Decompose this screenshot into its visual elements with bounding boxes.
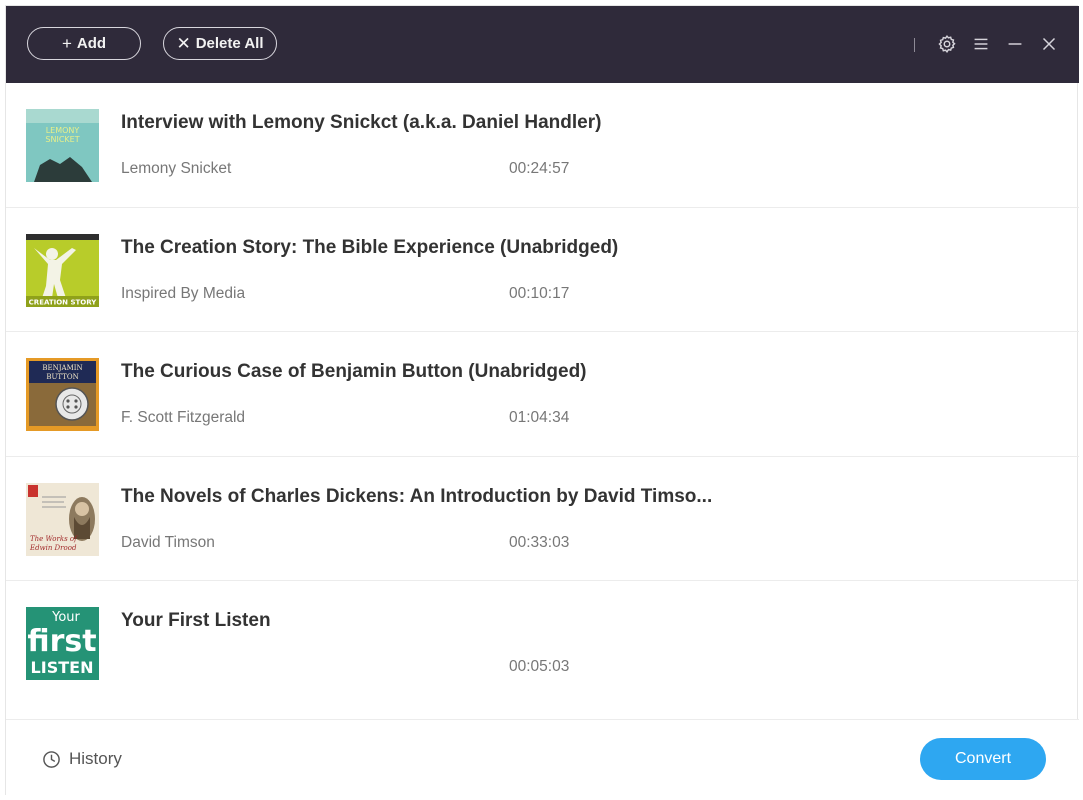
list-item[interactable]: The Works of Edwin Drood The Novels of C…	[6, 457, 1079, 581]
cover-image: LEMONY SNICKET	[26, 109, 99, 182]
cover-image: The Works of Edwin Drood	[26, 482, 99, 556]
cover-text: The Works of	[30, 535, 78, 543]
add-button[interactable]: + Add	[27, 27, 141, 60]
book-title: The Creation Story: The Bible Experience…	[121, 236, 619, 258]
cover-image: BENJAMIN BUTTON	[26, 358, 99, 431]
plus-icon: +	[61, 34, 72, 53]
book-title: The Novels of Charles Dickens: An Introd…	[121, 485, 713, 507]
history-label: History	[69, 749, 122, 768]
cover-text: first	[27, 624, 96, 659]
list-item[interactable]: CREATION STORY The Creation Story: The B…	[6, 208, 1079, 332]
cover-text: Your	[51, 610, 80, 625]
book-author: David Timson	[121, 533, 215, 551]
cover-text: LEMONY	[46, 126, 80, 135]
book-author: Inspired By Media	[121, 284, 246, 302]
list-item[interactable]: Your first LISTEN Your First Listen 00:0…	[6, 581, 1079, 706]
audiobook-list: LEMONY SNICKET Interview with Lemony Sni…	[6, 83, 1079, 706]
minimize-icon[interactable]	[1004, 33, 1026, 55]
delete-all-button[interactable]: ✕ Delete All	[163, 27, 277, 60]
cover-text: SNICKET	[45, 135, 79, 144]
book-duration: 00:24:57	[509, 160, 570, 177]
menu-icon[interactable]	[970, 33, 992, 55]
book-author: Lemony Snicket	[121, 160, 232, 177]
app-window: + Add ✕ Delete All LEMONY SNICKET Interv…	[5, 5, 1079, 796]
book-author: F. Scott Fitzgerald	[121, 409, 246, 426]
cover-image: CREATION STORY	[26, 233, 99, 307]
cover-text: BUTTON	[46, 373, 78, 381]
top-toolbar: + Add ✕ Delete All	[6, 6, 1079, 83]
book-title: Interview with Lemony Snickct (a.k.a. Da…	[121, 112, 602, 133]
book-duration: 00:10:17	[509, 284, 570, 302]
clock-icon	[42, 750, 61, 769]
book-duration: 01:04:34	[509, 409, 570, 426]
cover-image: Your first LISTEN	[26, 607, 99, 680]
book-title: The Curious Case of Benjamin Button (Una…	[121, 361, 587, 382]
list-item[interactable]: BENJAMIN BUTTON The Curious Case of Benj…	[6, 332, 1079, 457]
gear-icon[interactable]	[936, 33, 958, 55]
cover-text: LISTEN	[31, 658, 94, 677]
book-duration: 00:05:03	[509, 658, 570, 675]
delete-all-button-label: Delete All	[195, 35, 264, 52]
book-title: Your First Listen	[121, 610, 271, 631]
toolbar-divider	[914, 38, 915, 52]
convert-button[interactable]: Convert	[920, 738, 1046, 780]
add-button-label: Add	[76, 35, 107, 52]
cover-text: Edwin Drood	[29, 544, 77, 552]
history-button[interactable]: History	[42, 749, 122, 769]
x-icon: ✕	[176, 34, 191, 53]
cover-text: BENJAMIN	[42, 364, 82, 372]
cover-text: CREATION STORY	[29, 298, 98, 306]
book-duration: 00:33:03	[509, 533, 570, 551]
list-item[interactable]: LEMONY SNICKET Interview with Lemony Sni…	[6, 83, 1079, 208]
close-icon[interactable]	[1038, 33, 1060, 55]
bottom-bar: History Convert	[6, 719, 1079, 796]
